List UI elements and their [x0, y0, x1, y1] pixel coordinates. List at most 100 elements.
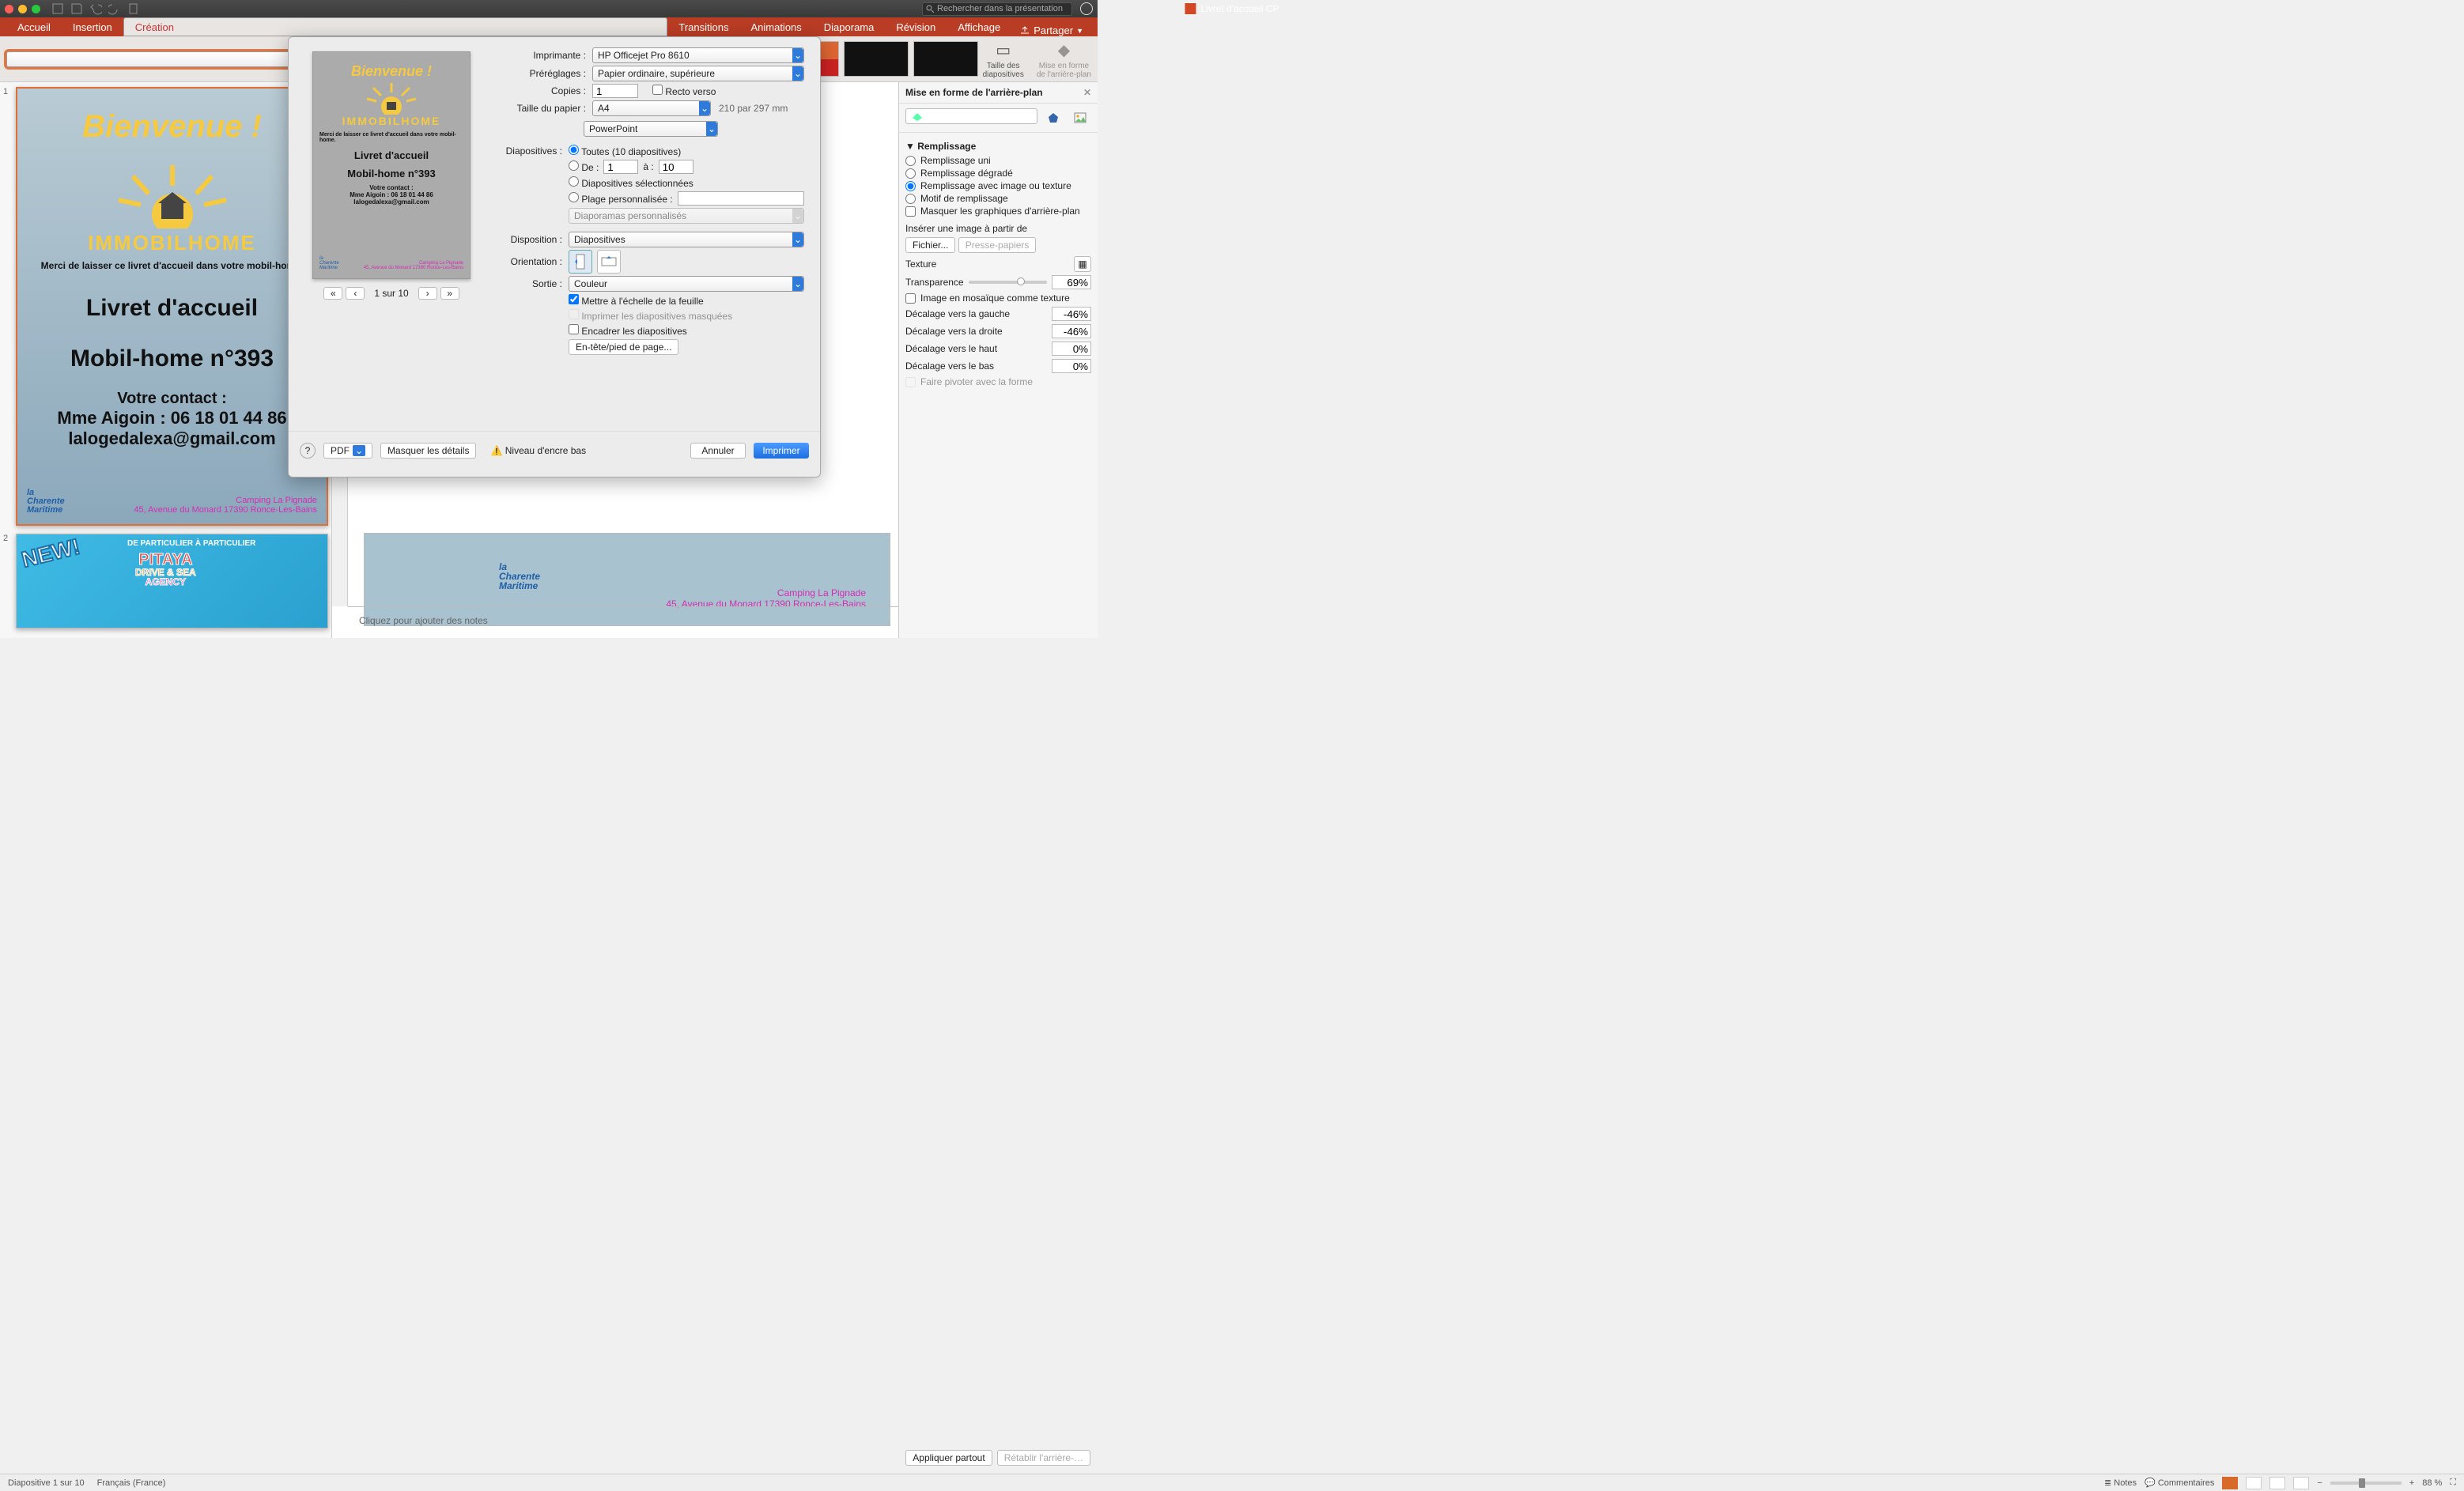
first-page-button[interactable]: «: [323, 287, 342, 300]
view-sorter-button[interactable]: [2246, 1477, 2262, 1489]
radio-picture[interactable]: Remplissage avec image ou texture: [905, 180, 1091, 191]
search-input[interactable]: Rechercher dans la présentation: [922, 2, 1072, 16]
transparency-field[interactable]: [1052, 275, 1091, 289]
tab-affichage[interactable]: Affichage: [947, 17, 1011, 36]
radio-all-slides[interactable]: Toutes (10 diapositives): [569, 145, 681, 157]
window-controls[interactable]: [5, 5, 40, 13]
floppy-icon[interactable]: [70, 2, 83, 15]
slide-size-button[interactable]: ▭Taille des diapositives: [983, 40, 1024, 79]
to-field[interactable]: [659, 160, 693, 174]
powerpoint-file-icon: [1185, 3, 1196, 14]
zoom-level[interactable]: 88 %: [2422, 1478, 2442, 1488]
undo-icon[interactable]: [89, 2, 102, 15]
format-background-button[interactable]: ◆Mise en forme de l'arrière-plan: [1037, 40, 1091, 79]
radio-gradient[interactable]: Remplissage dégradé: [905, 168, 1091, 179]
transparency-slider[interactable]: [969, 281, 1047, 284]
camping-address: Camping La Pignade45, Avenue du Monard 1…: [134, 496, 317, 515]
ink-warning: ⚠️ Niveau d'encre bas: [490, 445, 586, 456]
offset-top-label: Décalage vers le haut: [905, 343, 997, 354]
frame-checkbox[interactable]: Encadrer les diapositives: [569, 324, 687, 337]
tab-accueil[interactable]: Accueil: [6, 17, 62, 36]
output-select[interactable]: Couleur⌄: [569, 276, 804, 292]
chevron-down-icon: ⌄: [792, 232, 803, 247]
view-slideshow-button[interactable]: [2293, 1477, 2309, 1489]
picture-tab[interactable]: [1069, 108, 1091, 127]
slide-thumbnail[interactable]: NEW! DE PARTICULIER À PARTICULIER PITAYA…: [16, 534, 328, 628]
sun-logo-icon: [356, 80, 427, 115]
pentagon-icon: [1048, 112, 1059, 123]
hide-bg-checkbox[interactable]: Masquer les graphiques d'arrière-plan: [905, 206, 1091, 217]
offset-bottom-field[interactable]: [1052, 359, 1091, 373]
file-button[interactable]: Fichier...: [905, 237, 955, 253]
tab-transitions[interactable]: Transitions: [667, 17, 739, 36]
offset-left-field[interactable]: [1052, 307, 1091, 321]
last-page-button[interactable]: »: [440, 287, 459, 300]
texture-picker[interactable]: ▦: [1074, 256, 1091, 272]
apply-all-button[interactable]: Appliquer partout: [905, 1450, 992, 1466]
radio-from-to[interactable]: De :: [569, 160, 599, 173]
redo-icon[interactable]: [108, 2, 121, 15]
fill-tab[interactable]: [905, 108, 1037, 124]
next-page-button[interactable]: ›: [418, 287, 437, 300]
tab-creation[interactable]: Création: [123, 17, 668, 36]
print-button[interactable]: Imprimer: [754, 443, 809, 459]
notes-pane[interactable]: Cliquez pour ajouter des notes: [348, 606, 898, 638]
orientation-label: Orientation :: [497, 256, 569, 267]
fit-to-window-button[interactable]: ⛶: [2450, 1478, 2456, 1488]
from-field[interactable]: [603, 160, 638, 174]
hide-details-button[interactable]: Masquer les détails: [380, 443, 476, 459]
tab-animations[interactable]: Animations: [739, 17, 812, 36]
notes-toggle[interactable]: ≣ Notes: [2104, 1478, 2137, 1488]
status-language[interactable]: Français (France): [97, 1478, 166, 1488]
orientation-landscape-button[interactable]: [597, 250, 621, 274]
paper-select[interactable]: A4⌄: [592, 100, 711, 116]
layout-select[interactable]: Diapositives⌄: [569, 232, 804, 247]
help-button[interactable]: ?: [300, 443, 316, 459]
zoom-slider[interactable]: [2330, 1482, 2402, 1485]
radio-pattern[interactable]: Motif de remplissage: [905, 193, 1091, 204]
comments-toggle[interactable]: 💬 Commentaires: [2145, 1478, 2214, 1488]
app-section-select[interactable]: PowerPoint⌄: [584, 121, 718, 137]
effects-tab[interactable]: [1042, 108, 1064, 127]
offset-right-field[interactable]: [1052, 324, 1091, 338]
offset-bottom-label: Décalage vers le bas: [905, 360, 994, 372]
presets-select[interactable]: Papier ordinaire, supérieure⌄: [592, 66, 804, 81]
radio-solid[interactable]: Remplissage uni: [905, 155, 1091, 166]
tile-checkbox[interactable]: Image en mosaïque comme texture: [905, 293, 1091, 304]
scale-checkbox[interactable]: Mettre à l'échelle de la feuille: [569, 294, 704, 307]
orientation-portrait-button[interactable]: [569, 250, 592, 274]
account-avatar[interactable]: [1080, 2, 1093, 15]
section-header[interactable]: ▼ Remplissage: [905, 141, 1091, 152]
pdf-button[interactable]: PDF ⌄: [323, 443, 372, 459]
save-icon[interactable]: [51, 2, 64, 15]
radio-custom-range[interactable]: Plage personnalisée :: [569, 192, 673, 205]
view-reading-button[interactable]: [2269, 1477, 2285, 1489]
header-footer-button[interactable]: En-tête/pied de page...: [569, 339, 678, 355]
theme-thumb[interactable]: [844, 41, 909, 77]
recto-checkbox[interactable]: Recto verso: [652, 85, 716, 97]
output-label: Sortie :: [497, 278, 569, 289]
slide-thumbnail[interactable]: Bienvenue ! IMMOBILHOME Merci de laisser…: [16, 87, 328, 526]
cancel-button[interactable]: Annuler: [690, 443, 746, 459]
radio-selected-slides[interactable]: Diapositives sélectionnées: [569, 176, 693, 189]
zoom-in-button[interactable]: +: [2409, 1478, 2414, 1488]
view-normal-button[interactable]: [2222, 1477, 2238, 1489]
slide-heading: Livret d'accueil: [86, 295, 258, 322]
new-page-icon[interactable]: [127, 2, 140, 15]
offset-top-field[interactable]: [1052, 342, 1091, 356]
print-dialog: Bienvenue ! IMMOBILHOME Merci de laisser…: [288, 36, 821, 477]
printer-select[interactable]: HP Officejet Pro 8610⌄: [592, 47, 804, 63]
layout-label: Disposition :: [497, 234, 569, 245]
zoom-out-button[interactable]: −: [2317, 1478, 2322, 1488]
tab-insertion[interactable]: Insertion: [62, 17, 123, 36]
tab-diaporama[interactable]: Diaporama: [813, 17, 886, 36]
close-icon[interactable]: ✕: [1083, 87, 1091, 98]
ribbon-tabs: Accueil Insertion Création Transitions A…: [0, 17, 1098, 36]
custom-range-field[interactable]: [678, 191, 804, 206]
logo-text: IMMOBILHOME: [85, 231, 259, 255]
copies-field[interactable]: [592, 84, 638, 98]
theme-thumb[interactable]: [913, 41, 978, 77]
share-button[interactable]: Partager ▼: [1011, 25, 1091, 36]
prev-page-button[interactable]: ‹: [346, 287, 365, 300]
tab-revision[interactable]: Révision: [885, 17, 947, 36]
